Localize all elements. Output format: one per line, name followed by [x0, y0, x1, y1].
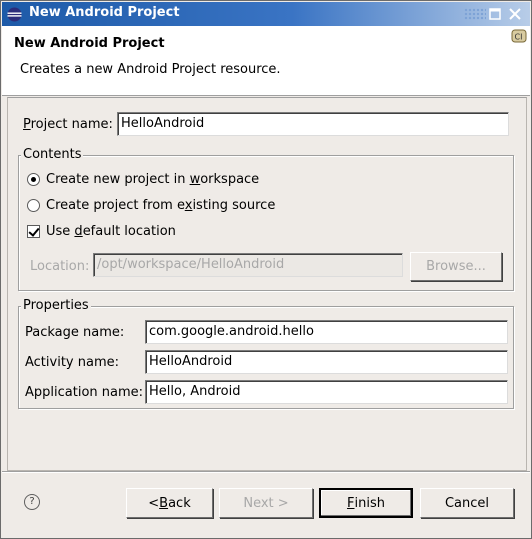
default-location-checkbox[interactable] [27, 225, 40, 238]
finish-button[interactable]: Finish [319, 488, 413, 518]
window-title: New Android Project [29, 5, 180, 20]
properties-group-title: Properties [21, 298, 91, 313]
footer-separator [2, 471, 530, 473]
page-title: New Android Project [14, 36, 165, 51]
help-icon[interactable]: ? [24, 494, 40, 510]
dialog-window: New Android Project New Android Project … [0, 0, 532, 539]
package-name-label: Package name: [25, 325, 125, 340]
page-description: Creates a new Android Project resource. [20, 62, 281, 77]
cancel-button[interactable]: Cancel [420, 488, 514, 518]
title-bar[interactable]: New Android Project [2, 2, 530, 26]
next-button[interactable]: Next > [219, 488, 313, 518]
activity-name-input[interactable]: HelloAndroid [145, 350, 508, 374]
radio-existing-source[interactable] [27, 199, 40, 212]
eclipse-icon [7, 7, 22, 22]
maximize-icon[interactable] [488, 7, 502, 21]
titlebar-grip [464, 8, 486, 20]
radio-existing-source-label[interactable]: Create project from existing source [46, 198, 275, 213]
location-input[interactable]: /opt/workspace/HelloAndroid [93, 253, 403, 277]
close-icon[interactable] [508, 7, 522, 21]
wizard-header: New Android Project Creates a new Androi… [2, 26, 530, 96]
radio-new-project-label[interactable]: Create new project in workspace [46, 172, 259, 187]
application-name-label: Application name: [25, 385, 144, 400]
location-label: Location: [30, 259, 90, 274]
wizard-banner-icon: CI [511, 29, 527, 43]
application-name-input[interactable]: Hello, Android [145, 380, 508, 404]
project-name-input[interactable]: HelloAndroid [117, 112, 509, 136]
svg-text:CI: CI [515, 33, 523, 42]
contents-group-title: Contents [21, 147, 84, 162]
default-location-label[interactable]: Use default location [46, 224, 176, 239]
browse-button[interactable]: Browse... [410, 252, 502, 281]
activity-name-label: Activity name: [25, 355, 119, 370]
radio-new-project[interactable] [27, 173, 40, 186]
back-button[interactable]: < Back [126, 488, 213, 518]
project-name-label: Project name: [23, 117, 113, 132]
package-name-input[interactable]: com.google.android.hello [145, 320, 508, 344]
